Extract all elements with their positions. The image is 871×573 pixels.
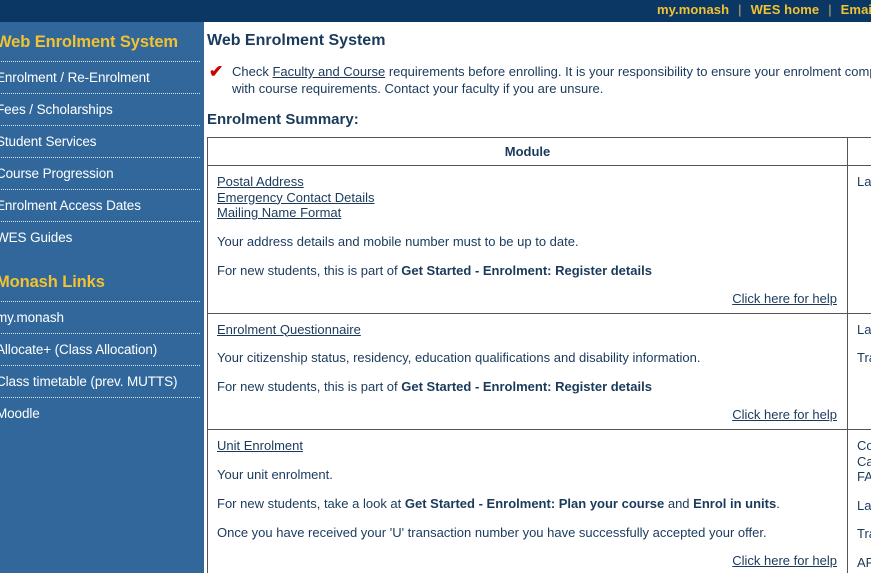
top-navigation-bar: my.monash | WES home | Email Portal [0,0,871,22]
guidance-bold-get-started: Get Started [401,379,472,394]
status-course: Co [857,438,871,453]
status-cell: Las [847,165,871,314]
enrolment-summary-table: Module Postal Address Emergency Contact … [207,137,871,573]
sidebar-heading-monash-links: Monash Links [0,273,105,291]
guidance-end: . [776,495,780,511]
table-row: Enrolment Questionnaire Your citizenship… [207,312,871,430]
click-here-for-help-link[interactable]: Click here for help [732,291,837,306]
guidance-bold-enrol-in-units: Enrol in units [693,495,777,511]
guidance-prefix: For new students, take a look at [217,495,405,511]
module-cell-personal-details: Postal Address Emergency Contact Details… [207,165,848,314]
module-guidance: For new students, this is part of Get St… [217,379,838,395]
status-transaction: Tra [857,526,871,541]
top-nav-separator-2: | [828,2,832,17]
sidebar-item-course-progression[interactable]: Course Progression [0,158,202,189]
sidebar-item-class-timetable[interactable]: Class timetable (prev. MUTTS) [0,366,202,397]
enrolment-summary-title: Enrolment Summary: [207,111,359,128]
status-approval: AP [857,554,871,570]
notice-text-before: Check [232,64,273,79]
sidebar-divider [0,93,200,94]
table-header-row: Module [207,137,871,166]
sidebar-item-enrolment-access-dates[interactable]: Enrolment Access Dates [0,190,202,221]
guidance-suffix: and [664,495,694,511]
sidebar-item-enrolment-re-enrolment[interactable]: Enrolment / Re-Enrolment [0,62,202,93]
module-description: Your address details and mobile number m… [217,233,579,249]
main-content: Web Enrolment System ✔ Check Faculty and … [204,22,871,573]
sidebar-divider [0,189,200,190]
guidance-prefix: For new students, this is part of [217,262,402,278]
sidebar-item-my-monash[interactable]: my.monash [0,302,202,333]
sidebar-divider [0,125,200,126]
status-cell: Co Ca FA Las Tra AP [847,429,871,573]
module-description: Your citizenship status, residency, educ… [217,350,701,365]
status-campus: Ca [857,453,871,469]
top-link-wes-home[interactable]: WES home [751,2,820,17]
sidebar-divider [0,221,200,222]
top-link-my-monash[interactable]: my.monash [657,2,729,17]
guidance-mid: - [471,262,483,278]
module-cell-enrolment-questionnaire: Enrolment Questionnaire Your citizenship… [207,312,848,430]
status-cell: Las Tra [847,312,871,430]
sidebar-heading-wes: Web Enrolment System [0,33,178,51]
guidance-prefix: For new students, this is part of [217,379,402,394]
sidebar-divider [0,365,200,366]
status-last-updated: Las [857,174,871,189]
guidance-mid: - [474,495,487,511]
sidebar-divider [0,61,200,62]
page-root: my.monash | WES home | Email Portal Web Enro… [0,0,871,573]
module-description: Your unit enrolment. [217,466,333,482]
red-check-icon: ✔ [209,62,224,81]
page-title: Web Enrolment System [207,32,386,49]
table-row: Unit Enrolment Your unit enrolment. For … [207,429,871,573]
unit-enrolment-link[interactable]: Unit Enrolment [217,438,838,454]
status-last-updated: Las [857,321,871,337]
sidebar-item-allocate-plus[interactable]: Allocate+ (Class Allocation) [0,334,202,365]
faculty-and-course-link[interactable]: Faculty and Course [272,64,385,79]
enrolment-notice: ✔ Check Faculty and Course requirements b… [207,63,871,97]
module-extra-note: Once you have received your 'U' transact… [217,524,767,540]
module-guidance: For new students, this is part of Get St… [217,263,838,279]
module-guidance: For new students, take a look at Get Sta… [217,496,838,512]
column-header-status [847,137,871,166]
guidance-bold-get-started: Get Started [401,262,472,278]
sidebar-item-student-services[interactable]: Student Services [0,126,202,157]
column-header-module: Module [207,137,848,166]
status-faculty: FA [857,469,871,484]
postal-address-link[interactable]: Postal Address [217,174,838,190]
sidebar-item-wes-guides[interactable]: WES Guides [0,222,202,253]
sidebar-divider [0,333,200,334]
click-here-for-help-link[interactable]: Click here for help [732,407,837,422]
sidebar-divider [0,157,200,158]
enrolment-questionnaire-link[interactable]: Enrolment Questionnaire [217,322,838,338]
guidance-bold-plan-your-course: Enrolment: Plan your course [486,495,665,511]
mailing-name-format-link[interactable]: Mailing Name Format [217,205,838,221]
sidebar-divider [0,397,200,398]
sidebar-item-fees-scholarships[interactable]: Fees / Scholarships [0,94,202,125]
status-transaction: Tra [857,350,871,365]
module-link-group: Postal Address Emergency Contact Details… [217,174,838,221]
help-link-row: Click here for help [217,407,838,422]
top-nav-links: my.monash | WES home | Email Portal [657,2,871,17]
emergency-contact-details-link[interactable]: Emergency Contact Details [217,190,838,206]
module-link-group: Unit Enrolment [217,438,838,454]
module-cell-unit-enrolment: Unit Enrolment Your unit enrolment. For … [207,429,848,573]
table-row: Postal Address Emergency Contact Details… [207,165,871,314]
help-link-row: Click here for help [217,291,838,306]
guidance-bold-register-details: Enrolment: Register details [482,262,652,278]
guidance-bold-get-started: Get Started [404,495,475,511]
guidance-mid: - [471,379,483,394]
sidebar-divider [0,301,200,302]
top-link-email-portal[interactable]: Email Portal [841,2,871,17]
top-nav-separator-1: | [738,2,742,17]
sidebar-item-moodle[interactable]: Moodle [0,398,202,429]
click-here-for-help-link[interactable]: Click here for help [732,553,837,568]
help-link-row: Click here for help [217,553,838,568]
status-last-updated: Las [857,497,871,513]
module-link-group: Enrolment Questionnaire [217,322,838,338]
sidebar: Web Enrolment System Enrolment / Re-Enro… [0,22,204,573]
guidance-bold-register-details: Enrolment: Register details [482,379,652,394]
